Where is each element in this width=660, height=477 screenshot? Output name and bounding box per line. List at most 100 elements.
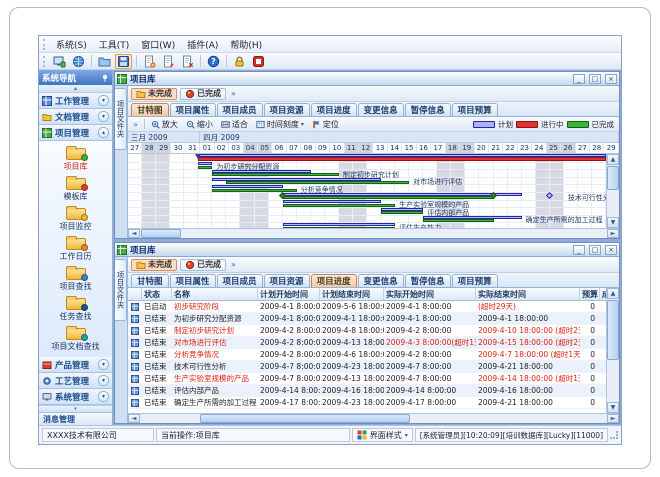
tool-button-3[interactable]: 时间刻度▾	[254, 119, 306, 130]
folder-panel-tab[interactable]: 项目文件夹	[115, 88, 127, 150]
scroll-thumb[interactable]	[607, 166, 619, 190]
gantt-progress-bar[interactable]	[423, 219, 493, 222]
help-icon[interactable]: ?	[205, 54, 222, 69]
table-row-2[interactable]: 已结束制定初步研究计划2009-4-2 8:00:002009-4-8 18:0…	[128, 325, 606, 337]
gantt-horizontal-scrollbar[interactable]: ◄ ►	[128, 228, 619, 238]
sidebar-item-1[interactable]: 模板库	[39, 174, 112, 204]
resize-grip[interactable]	[610, 431, 618, 439]
toolbar-overflow-icon[interactable]: »	[131, 120, 140, 129]
toolbar-grip[interactable]	[43, 56, 46, 67]
sidebar-overflow-strip[interactable]: ▾	[39, 405, 112, 412]
tab-gantt-3[interactable]: 项目资源	[264, 103, 310, 116]
filter-button-0[interactable]: 未完成	[131, 259, 177, 271]
table-row-4[interactable]: 已结束分析竞争情况2009-4-2 8:00:002009-4-6 18:00:…	[128, 349, 606, 361]
scroll-thumb[interactable]	[141, 229, 181, 238]
scroll-left-icon[interactable]: ◄	[128, 229, 140, 238]
filter-button-1[interactable]: 已完成	[180, 259, 226, 271]
sidebar-group-bottom-0[interactable]: 产品管理▾	[39, 357, 112, 373]
menu-item-2[interactable]: 窗口(W)	[135, 37, 181, 52]
interface-style-button[interactable]: 界面样式 ▾	[352, 428, 413, 442]
collapse-button[interactable]: ▴	[98, 127, 109, 138]
sidebar-item-6[interactable]: 项目文档查找	[39, 324, 112, 354]
tab-gantt-1[interactable]: 项目属性	[170, 103, 216, 116]
tool-button-1[interactable]: 缩小	[184, 119, 215, 130]
doc-edit-icon[interactable]	[160, 54, 177, 69]
scroll-thumb[interactable]	[607, 300, 619, 360]
tab-table-6[interactable]: 暂停信息	[405, 274, 451, 287]
toolbar-grip[interactable]	[43, 39, 46, 50]
filter-button-0[interactable]: 未完成	[131, 88, 177, 100]
minimize-button[interactable]: _	[573, 74, 585, 84]
table-horizontal-scrollbar[interactable]: ◄ ►	[128, 413, 619, 423]
table-row-3[interactable]: 已结束对市场进行评估2009-4-2 8:00:002009-4-13 18:0…	[128, 337, 606, 349]
expand-button[interactable]: ▾	[98, 359, 109, 370]
scroll-left-icon[interactable]: ◄	[128, 414, 140, 423]
gantt-progress-bar[interactable]	[283, 204, 395, 207]
menu-item-0[interactable]: 系统(S)	[50, 37, 93, 52]
tab-table-4[interactable]: 项目进度	[311, 274, 357, 287]
scroll-down-icon[interactable]: ▼	[607, 217, 619, 228]
table-row-7[interactable]: 已结束评估内部产品2009-4-14 8:00:002009-4-16 18:0…	[128, 385, 606, 397]
doc-remove-icon[interactable]	[179, 54, 196, 69]
tool-button-0[interactable]: 放大	[149, 119, 180, 130]
client-monitor-icon[interactable]	[51, 54, 68, 69]
scroll-right-icon[interactable]: ►	[607, 229, 619, 238]
sidebar-bottom-tab[interactable]: 消息管理	[39, 412, 112, 425]
tab-gantt-5[interactable]: 变更信息	[358, 103, 404, 116]
close-button[interactable]: ×	[605, 245, 617, 255]
sidebar-item-4[interactable]: 项目查找	[39, 264, 112, 294]
expand-button[interactable]: ▾	[98, 111, 109, 122]
tab-table-7[interactable]: 项目预算	[452, 274, 498, 287]
tab-gantt-0[interactable]: 甘特图	[131, 103, 169, 116]
minimize-button[interactable]: _	[573, 245, 585, 255]
maximize-button[interactable]: □	[589, 245, 601, 255]
menu-item-4[interactable]: 帮助(H)	[224, 37, 268, 52]
gantt-progress-bar[interactable]	[212, 173, 339, 176]
scroll-right-icon[interactable]: ►	[607, 414, 619, 423]
scroll-track[interactable]	[607, 299, 619, 402]
close-button[interactable]: ×	[605, 74, 617, 84]
scroll-up-icon[interactable]: ▲	[607, 288, 619, 299]
sidebar-item-5[interactable]: 任务查找	[39, 294, 112, 324]
toolbar-overflow-icon[interactable]: »	[229, 89, 238, 98]
gantt-vertical-scrollbar[interactable]: ▲ ▼	[606, 154, 619, 228]
scroll-track[interactable]	[140, 229, 607, 238]
table-row-0[interactable]: 已启动初步研究阶段2009-4-1 8:00:002009-5-6 18:00:…	[128, 301, 606, 313]
sidebar-group-top-1[interactable]: 文档管理▾	[39, 109, 112, 125]
table-header-cell-2[interactable]: 计划开始时间	[258, 288, 320, 300]
sidebar-group-bottom-1[interactable]: 工艺管理▾	[39, 373, 112, 389]
scroll-track[interactable]	[607, 165, 619, 217]
tab-table-0[interactable]: 甘特图	[131, 274, 169, 287]
window-titlebar[interactable]: 项目库 _ □ ×	[115, 243, 619, 257]
sidebar-item-2[interactable]: 项目监控	[39, 204, 112, 234]
table-header-cell-5[interactable]: 实际结束时间	[476, 288, 580, 300]
sidebar-group-bottom-2[interactable]: 系统管理▾	[39, 389, 112, 405]
sidebar-item-0[interactable]: 项目库	[39, 144, 112, 174]
tool-button-2[interactable]: 适合	[219, 119, 250, 130]
gantt-progress-bar[interactable]	[198, 166, 212, 169]
gantt-progress-bar[interactable]	[226, 181, 409, 184]
menu-item-3[interactable]: 插件(A)	[181, 37, 224, 52]
table-vertical-scrollbar[interactable]: ▲ ▼	[606, 288, 619, 413]
sidebar-group-top-2[interactable]: 项目管理▴	[39, 125, 112, 141]
pushpin-icon[interactable]	[101, 74, 109, 82]
globe-icon[interactable]	[70, 54, 87, 69]
folder-panel-tab[interactable]: 项目文件夹	[115, 259, 127, 321]
maximize-button[interactable]: □	[589, 74, 601, 84]
expand-button[interactable]: ▾	[98, 391, 109, 402]
gantt-progress-bar[interactable]	[198, 157, 606, 161]
table-header-cell-3[interactable]: 计划结束时间	[320, 288, 384, 300]
sidebar-group-top-0[interactable]: 工作管理▾	[39, 93, 112, 109]
window-titlebar[interactable]: 项目库 _ □ ×	[115, 72, 619, 86]
tab-table-3[interactable]: 项目资源	[264, 274, 310, 287]
tool-button-4[interactable]: 定位	[310, 119, 341, 130]
table-header-cell-4[interactable]: 实际开始时间	[384, 288, 476, 300]
table-row-1[interactable]: 已结束为初步研究分配资源2009-4-1 8:00:002009-4-1 18:…	[128, 313, 606, 325]
menu-item-1[interactable]: 工具(T)	[93, 37, 136, 52]
tab-gantt-4[interactable]: 项目进度	[311, 103, 357, 116]
doc-add-icon[interactable]	[141, 54, 158, 69]
scroll-thumb[interactable]	[200, 414, 410, 423]
open-folder-icon[interactable]	[96, 54, 113, 69]
tab-gantt-6[interactable]: 暂停信息	[405, 103, 451, 116]
table-header-cell-1[interactable]: 名称	[172, 288, 258, 300]
